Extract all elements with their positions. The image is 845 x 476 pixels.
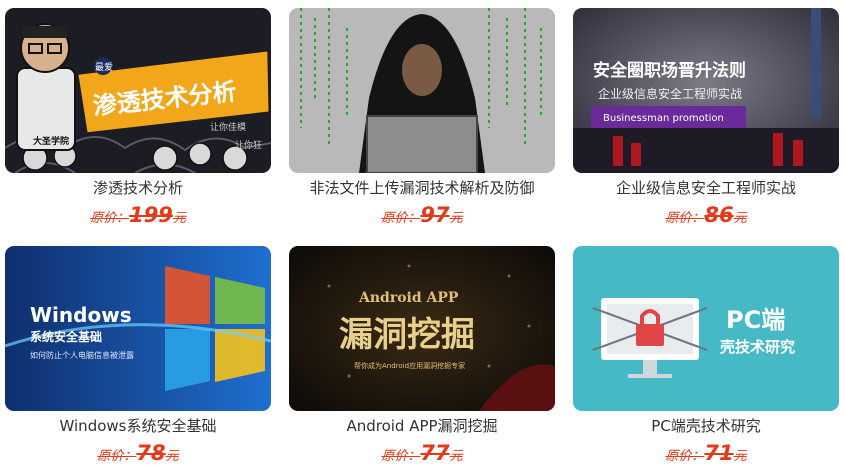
price-label: 原价：: [381, 449, 421, 464]
course-card[interactable]: 渗透技术分析 最爱 让你佳模 让你狂 大圣学院 渗透技术分析 原价：199元: [5, 8, 271, 238]
banner-main-text: 安全圈职场晋升法则: [593, 60, 746, 81]
price-label: 原价：: [665, 449, 705, 464]
course-thumbnail[interactable]: PC端 壳技术研究: [573, 246, 839, 411]
price-currency: 元: [733, 211, 747, 226]
price-value: 78: [136, 441, 166, 465]
price-currency: 元: [449, 449, 463, 464]
banner-logo: 大圣学院: [33, 135, 69, 147]
price-value: 199: [129, 203, 173, 227]
price-currency: 元: [172, 211, 186, 226]
course-thumbnail[interactable]: Windows 系统安全基础 如何防止个人电脑信息被泄露: [5, 246, 271, 411]
price-currency: 元: [449, 211, 463, 226]
laptop-icon: [366, 115, 478, 173]
price-value: 97: [420, 203, 450, 227]
price-label: 原价：: [97, 449, 137, 464]
course-title[interactable]: 渗透技术分析: [5, 178, 271, 198]
banner-penetration: 渗透技术分析 最爱 让你佳模 让你狂 大圣学院: [5, 8, 271, 173]
original-price: 原价：199元: [5, 202, 271, 232]
banner-sub-text: 企业级信息安全工程师实战: [598, 86, 742, 101]
course-title[interactable]: PC端壳技术研究: [573, 416, 839, 436]
banner-sub-text: 漏洞挖掘: [339, 315, 475, 355]
course-title[interactable]: 非法文件上传漏洞技术解析及防御: [289, 178, 555, 198]
price-value: 86: [704, 203, 734, 227]
price-value: 77: [420, 441, 450, 465]
course-thumbnail[interactable]: 安全圈职场晋升法则 企业级信息安全工程师实战 Businessman promo…: [573, 8, 839, 173]
banner-career: 安全圈职场晋升法则 企业级信息安全工程师实战 Businessman promo…: [573, 8, 839, 173]
banner-badge: 最爱: [95, 62, 113, 73]
price-value: 71: [704, 441, 734, 465]
banner-sub-text: 壳技术研究: [719, 338, 795, 356]
banner-note: 让你狂: [235, 139, 262, 151]
banner-main-text: PC端: [726, 306, 785, 334]
price-label: 原价：: [665, 211, 705, 226]
course-title[interactable]: Android APP漏洞挖掘: [289, 416, 555, 436]
banner-sub-text: 系统安全基础: [30, 329, 102, 344]
course-title[interactable]: Windows系统安全基础: [5, 416, 271, 436]
banner-note: 让你佳模: [210, 121, 246, 133]
original-price: 原价：97元: [289, 202, 555, 232]
original-price: 原价：86元: [573, 202, 839, 232]
banner-pc-shell: PC端 壳技术研究: [573, 246, 839, 411]
banner-main-text: Android APP: [358, 290, 459, 306]
banner-tag: Businessman promotion: [603, 113, 724, 124]
banner-main-text: Windows: [30, 303, 132, 327]
course-thumbnail[interactable]: [289, 8, 555, 173]
banner-windows: Windows 系统安全基础 如何防止个人电脑信息被泄露: [5, 246, 271, 411]
price-currency: 元: [733, 449, 747, 464]
price-currency: 元: [165, 449, 179, 464]
course-title[interactable]: 企业级信息安全工程师实战: [573, 178, 839, 198]
banner-android: Android APP 漏洞挖掘 帮你成为Android应用漏洞挖掘专家: [289, 246, 555, 411]
course-thumbnail[interactable]: 渗透技术分析 最爱 让你佳模 让你狂 大圣学院: [5, 8, 271, 173]
course-card[interactable]: 非法文件上传漏洞技术解析及防御 原价：97元: [289, 8, 555, 238]
course-grid: 渗透技术分析 最爱 让你佳模 让你狂 大圣学院 渗透技术分析 原价：199元 非…: [0, 0, 845, 466]
banner-note: 如何防止个人电脑信息被泄露: [30, 350, 134, 360]
banner-note: 帮你成为Android应用漏洞挖掘专家: [354, 361, 465, 370]
course-card[interactable]: Windows 系统安全基础 如何防止个人电脑信息被泄露 Windows系统安全…: [5, 246, 271, 476]
course-card[interactable]: 安全圈职场晋升法则 企业级信息安全工程师实战 Businessman promo…: [573, 8, 839, 238]
price-label: 原价：: [381, 211, 421, 226]
course-thumbnail[interactable]: Android APP 漏洞挖掘 帮你成为Android应用漏洞挖掘专家: [289, 246, 555, 411]
banner-hacker: [289, 8, 555, 173]
price-label: 原价：: [90, 211, 130, 226]
course-card[interactable]: PC端 壳技术研究 PC端壳技术研究 原价：71元: [573, 246, 839, 476]
course-card[interactable]: Android APP 漏洞挖掘 帮你成为Android应用漏洞挖掘专家 And…: [289, 246, 555, 476]
